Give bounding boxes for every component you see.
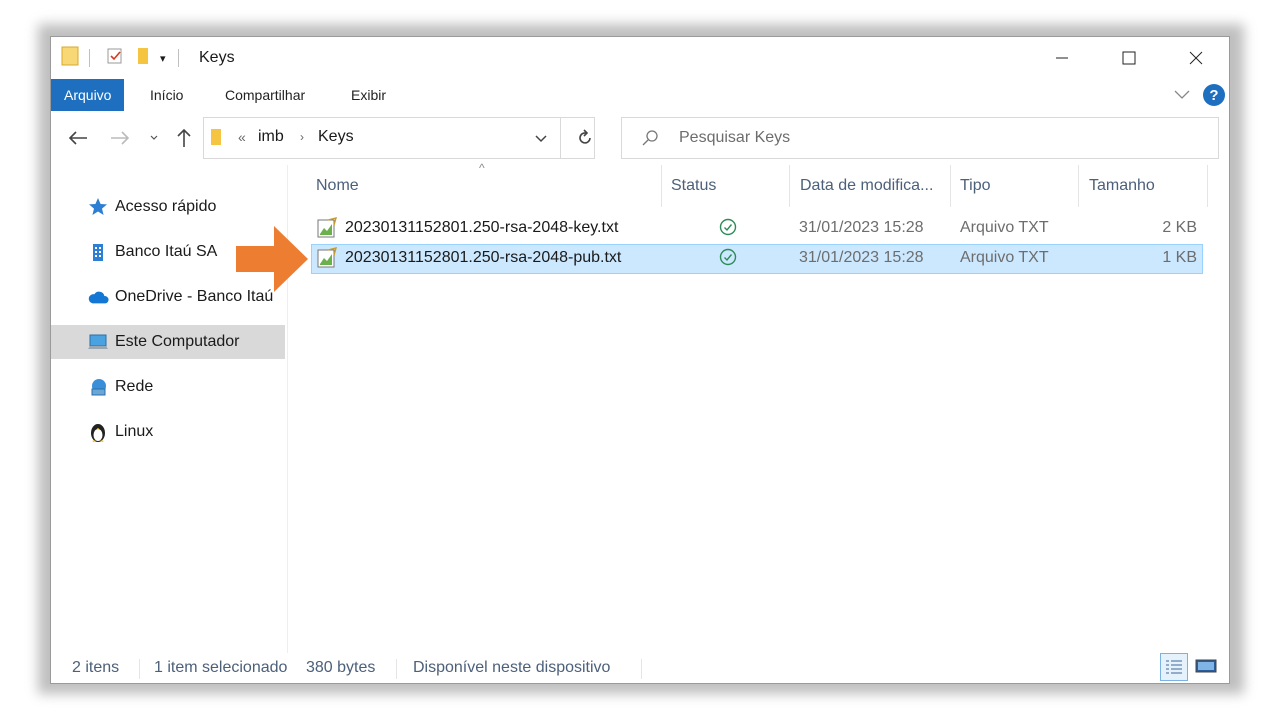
address-divider bbox=[560, 118, 561, 158]
column-header-tipo[interactable]: Tipo bbox=[960, 177, 991, 199]
recent-locations-icon[interactable] bbox=[149, 131, 159, 150]
tab-compartilhar[interactable]: Compartilhar bbox=[225, 79, 305, 111]
new-folder-icon[interactable] bbox=[136, 47, 150, 70]
availability-status: Disponível neste dispositivo bbox=[413, 659, 611, 676]
up-arrow-icon[interactable] bbox=[175, 127, 193, 154]
toolbar-divider bbox=[177, 49, 179, 67]
breadcrumb-imb[interactable]: imb bbox=[258, 128, 284, 146]
column-divider[interactable] bbox=[661, 165, 662, 207]
file-size: 2 KB bbox=[1162, 219, 1197, 236]
title-bar: ▾ Keys bbox=[51, 37, 1229, 79]
cloud-icon bbox=[87, 286, 109, 308]
column-divider[interactable] bbox=[950, 165, 951, 207]
maximize-button[interactable] bbox=[1096, 37, 1162, 79]
file-date: 31/01/2023 15:28 bbox=[799, 219, 924, 236]
back-arrow-icon[interactable] bbox=[67, 129, 89, 152]
toolbar-divider bbox=[89, 49, 90, 67]
search-icon bbox=[642, 129, 660, 152]
file-type: Arquivo TXT bbox=[960, 219, 1049, 236]
file-type: Arquivo TXT bbox=[960, 249, 1049, 266]
search-input[interactable]: Pesquisar Keys bbox=[679, 129, 790, 147]
status-divider bbox=[641, 659, 642, 679]
sidebar-item-este-computador[interactable]: Este Computador bbox=[51, 325, 285, 359]
tab-exibir[interactable]: Exibir bbox=[351, 79, 386, 111]
column-header-tamanho[interactable]: Tamanho bbox=[1089, 177, 1155, 199]
status-divider bbox=[139, 659, 140, 679]
ribbon-tabs: Arquivo Início Compartilhar Exibir ? bbox=[51, 79, 1229, 111]
file-name[interactable]: 20230131152801.250-rsa-2048-pub.txt bbox=[345, 249, 621, 267]
customize-dropdown-icon[interactable]: ▾ bbox=[160, 52, 166, 65]
expand-ribbon-icon[interactable] bbox=[1173, 87, 1191, 106]
column-header-nome[interactable]: Nome bbox=[316, 177, 359, 199]
sort-ascending-icon: ^ bbox=[479, 161, 485, 175]
minimize-button[interactable] bbox=[1029, 37, 1095, 79]
file-date: 31/01/2023 15:28 bbox=[799, 249, 924, 266]
file-size: 1 KB bbox=[1162, 249, 1197, 266]
help-icon[interactable]: ? bbox=[1203, 84, 1225, 106]
file-name[interactable]: 20230131152801.250-rsa-2048-key.txt bbox=[345, 219, 618, 237]
column-divider[interactable] bbox=[1207, 165, 1208, 207]
sidebar-item-label: Banco Itaú SA bbox=[115, 243, 218, 260]
column-divider[interactable] bbox=[789, 165, 790, 207]
selection-size: 380 bytes bbox=[306, 659, 376, 676]
text-file-icon bbox=[316, 247, 338, 274]
annotation-arrow-icon bbox=[236, 226, 308, 292]
details-view-icon[interactable] bbox=[1160, 653, 1188, 681]
breadcrumb-keys[interactable]: Keys bbox=[318, 128, 354, 146]
sidebar-item-label: Linux bbox=[115, 423, 154, 440]
network-icon bbox=[87, 376, 109, 398]
folder-icon bbox=[210, 128, 222, 151]
sidebar-item-label: Rede bbox=[115, 378, 154, 395]
folder-icon bbox=[61, 45, 79, 72]
sidebar-item-rede[interactable]: Rede bbox=[51, 370, 285, 404]
computer-icon bbox=[87, 331, 109, 353]
close-button[interactable] bbox=[1163, 37, 1229, 79]
breadcrumb-overflow[interactable]: « bbox=[238, 129, 246, 145]
text-file-icon bbox=[316, 217, 338, 244]
selection-count: 1 item selecionado bbox=[154, 659, 288, 676]
table-row[interactable]: 20230131152801.250-rsa-2048-key.txt 31/0… bbox=[311, 214, 1203, 244]
tab-inicio[interactable]: Início bbox=[150, 79, 183, 111]
building-icon bbox=[87, 241, 109, 263]
window-title: Keys bbox=[199, 49, 235, 66]
sidebar-item-label: Este Computador bbox=[115, 333, 240, 350]
address-bar[interactable]: « imb › Keys bbox=[203, 117, 595, 159]
large-icons-view-icon[interactable] bbox=[1195, 657, 1217, 680]
sidebar-item-acesso-rapido[interactable]: Acesso rápido bbox=[51, 190, 285, 224]
sync-ok-icon bbox=[719, 218, 737, 241]
sidebar-item-linux[interactable]: Linux bbox=[51, 415, 285, 449]
table-row-selected[interactable]: 20230131152801.250-rsa-2048-pub.txt 31/0… bbox=[311, 244, 1203, 274]
tab-arquivo[interactable]: Arquivo bbox=[51, 79, 125, 111]
quick-access-toolbar: ▾ bbox=[61, 45, 179, 71]
status-bar: 2 itens 1 item selecionado 380 bytes Dis… bbox=[51, 653, 1229, 683]
star-icon bbox=[87, 196, 109, 218]
sidebar-item-label: Acesso rápido bbox=[115, 198, 217, 215]
search-box[interactable]: Pesquisar Keys bbox=[621, 117, 1219, 159]
properties-icon[interactable] bbox=[106, 47, 124, 70]
column-divider[interactable] bbox=[1078, 165, 1079, 207]
address-dropdown-icon[interactable] bbox=[534, 132, 548, 150]
column-header-data[interactable]: Data de modifica... bbox=[800, 177, 933, 199]
breadcrumb-chevron-icon[interactable]: › bbox=[300, 130, 304, 144]
forward-arrow-icon[interactable] bbox=[109, 129, 131, 152]
explorer-window: ▾ Keys Arquivo Início Compartilhar Exibi… bbox=[50, 36, 1230, 684]
penguin-icon bbox=[87, 421, 109, 443]
column-header-status[interactable]: Status bbox=[671, 177, 716, 199]
status-divider bbox=[396, 659, 397, 679]
refresh-icon[interactable] bbox=[576, 128, 594, 153]
sync-ok-icon bbox=[719, 248, 737, 271]
item-count: 2 itens bbox=[72, 659, 120, 676]
